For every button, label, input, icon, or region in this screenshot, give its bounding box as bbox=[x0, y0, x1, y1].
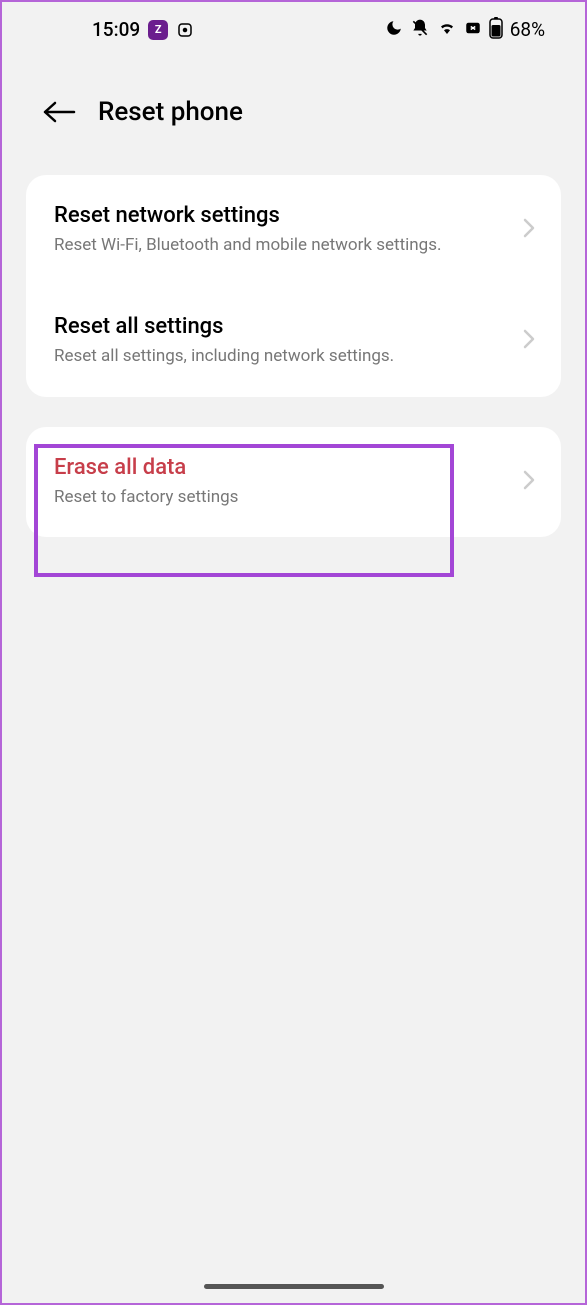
battery-percentage: 68% bbox=[510, 18, 545, 41]
setting-title: Reset network settings bbox=[54, 203, 513, 228]
notification-icon bbox=[176, 21, 194, 39]
status-bar: 15:09 Z bbox=[2, 2, 585, 57]
data-icon bbox=[464, 19, 482, 41]
setting-subtitle: Reset all settings, including network se… bbox=[54, 345, 513, 369]
chevron-right-icon bbox=[523, 470, 535, 494]
setting-content: Reset network settings Reset Wi-Fi, Blue… bbox=[54, 203, 513, 258]
page-header: Reset phone bbox=[2, 57, 585, 157]
setting-content: Erase all data Reset to factory settings bbox=[54, 455, 513, 510]
page-title: Reset phone bbox=[98, 97, 243, 127]
status-bar-left: 15:09 Z bbox=[92, 18, 194, 41]
home-indicator[interactable] bbox=[204, 1284, 384, 1289]
setting-title: Reset all settings bbox=[54, 314, 513, 339]
reset-network-settings-item[interactable]: Reset network settings Reset Wi-Fi, Blue… bbox=[26, 175, 561, 286]
setting-subtitle: Reset to factory settings bbox=[54, 486, 513, 510]
battery-icon bbox=[489, 17, 503, 43]
setting-title: Erase all data bbox=[54, 455, 513, 480]
chevron-right-icon bbox=[523, 329, 535, 353]
setting-subtitle: Reset Wi-Fi, Bluetooth and mobile networ… bbox=[54, 234, 513, 258]
app-z-icon: Z bbox=[148, 20, 168, 40]
settings-card-erase: Erase all data Reset to factory settings bbox=[26, 427, 561, 538]
arrow-left-icon bbox=[42, 100, 76, 124]
wifi-icon bbox=[437, 19, 457, 41]
erase-all-data-item[interactable]: Erase all data Reset to factory settings bbox=[26, 427, 561, 538]
setting-content: Reset all settings Reset all settings, i… bbox=[54, 314, 513, 369]
status-time: 15:09 bbox=[92, 18, 140, 41]
reset-all-settings-item[interactable]: Reset all settings Reset all settings, i… bbox=[26, 286, 561, 397]
settings-card-general: Reset network settings Reset Wi-Fi, Blue… bbox=[26, 175, 561, 397]
bell-slash-icon bbox=[410, 18, 430, 42]
chevron-right-icon bbox=[523, 218, 535, 242]
moon-icon bbox=[385, 19, 403, 41]
status-bar-right: 68% bbox=[385, 17, 545, 43]
back-button[interactable] bbox=[42, 100, 76, 124]
